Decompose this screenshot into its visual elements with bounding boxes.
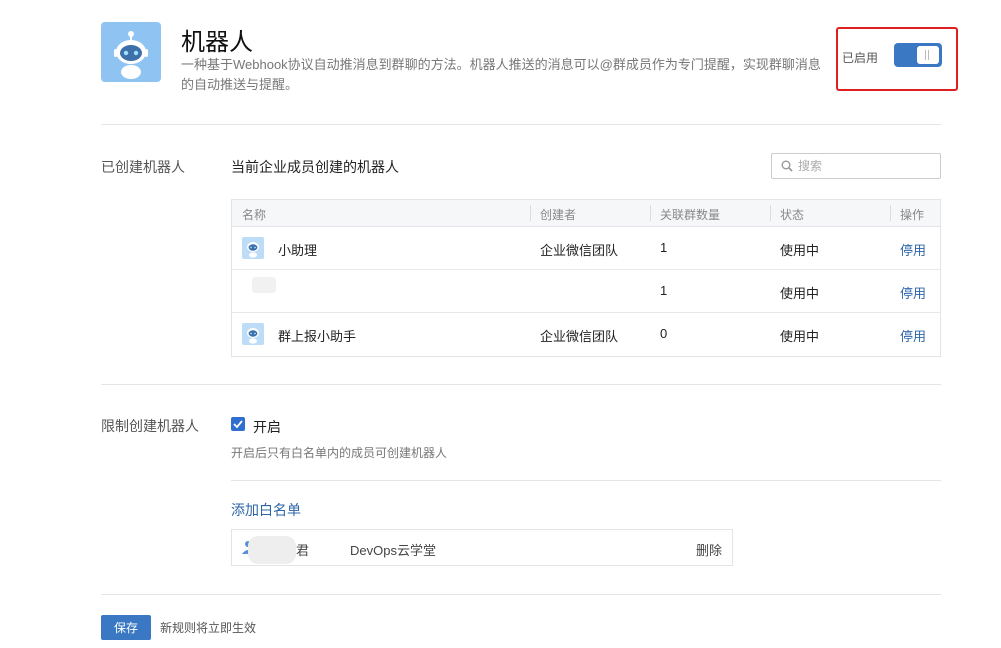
search-box[interactable]	[771, 153, 941, 179]
divider	[101, 384, 941, 385]
page-title: 机器人	[181, 29, 253, 56]
column-header-status: 状态	[780, 208, 805, 222]
section-label-created: 已创建机器人	[101, 159, 185, 175]
robot-avatar-icon	[101, 22, 161, 82]
table-header: 名称 创建者 关联群数量 状态 操作	[232, 200, 940, 227]
toggle-status-label: 已启用	[842, 51, 879, 65]
whitelist-item: 君 DevOps云学堂 删除	[231, 529, 733, 566]
check-icon	[233, 420, 243, 429]
save-button[interactable]: 保存	[101, 615, 151, 640]
search-icon	[781, 160, 793, 172]
column-header-name: 名称	[242, 208, 267, 222]
column-separator	[770, 205, 771, 221]
restrict-checkbox[interactable]	[231, 417, 245, 431]
page-description: 一种基于Webhook协议自动推消息到群聊的方法。机器人推送的消息可以@群成员作…	[181, 57, 821, 92]
save-hint: 新规则将立即生效	[160, 621, 257, 635]
toggle-knob	[917, 46, 939, 64]
app-header: 机器人 一种基于Webhook协议自动推消息到群聊的方法。机器人推送的消息可以@…	[101, 22, 961, 102]
robot-status: 使用中	[780, 329, 820, 344]
section-label-restrict: 限制创建机器人	[101, 418, 199, 434]
robot-table: 名称 创建者 关联群数量 状态 操作 小助理 企业微信团队 1 使用中 停用 1…	[231, 199, 941, 357]
column-separator	[530, 205, 531, 221]
robot-creator: 企业微信团队	[540, 329, 619, 344]
column-separator	[650, 205, 651, 221]
divider	[231, 480, 941, 481]
search-input[interactable]	[798, 157, 936, 175]
disable-link[interactable]: 停用	[900, 283, 926, 302]
member-org: DevOps云学堂	[350, 543, 436, 558]
enable-toggle[interactable]	[894, 43, 942, 67]
column-header-creator: 创建者	[540, 208, 577, 222]
robot-group-count: 0	[660, 326, 668, 341]
robot-status: 使用中	[780, 286, 820, 301]
divider	[101, 594, 941, 595]
column-separator	[890, 205, 891, 221]
robot-name: 小助理	[278, 243, 318, 258]
disable-link[interactable]: 停用	[900, 240, 926, 259]
redacted-member-name	[248, 536, 296, 564]
table-row: 小助理 企业微信团队 1 使用中 停用	[232, 227, 940, 270]
delete-link[interactable]: 删除	[696, 540, 722, 559]
robot-icon	[242, 237, 264, 259]
column-header-action: 操作	[900, 208, 925, 222]
member-name: 君	[296, 543, 310, 558]
robot-group-count: 1	[660, 283, 668, 298]
add-whitelist-link[interactable]: 添加白名单	[231, 500, 301, 520]
column-header-group-count: 关联群数量	[660, 208, 721, 222]
robot-name: 群上报小助手	[278, 329, 357, 344]
checkbox-label[interactable]: 开启	[253, 417, 281, 437]
table-row: 1 使用中 停用	[232, 270, 940, 313]
divider	[101, 124, 941, 125]
redacted-avatar	[252, 277, 276, 293]
toggle-highlight-box: 已启用	[836, 27, 958, 91]
robot-creator: 企业微信团队	[540, 243, 619, 258]
disable-link[interactable]: 停用	[900, 326, 926, 345]
section-title: 当前企业成员创建的机器人	[231, 159, 399, 175]
robot-icon	[242, 323, 264, 345]
robot-group-count: 1	[660, 240, 668, 255]
restrict-hint: 开启后只有白名单内的成员可创建机器人	[231, 446, 448, 460]
table-row: 群上报小助手 企业微信团队 0 使用中 停用	[232, 313, 940, 356]
robot-status: 使用中	[780, 243, 820, 258]
